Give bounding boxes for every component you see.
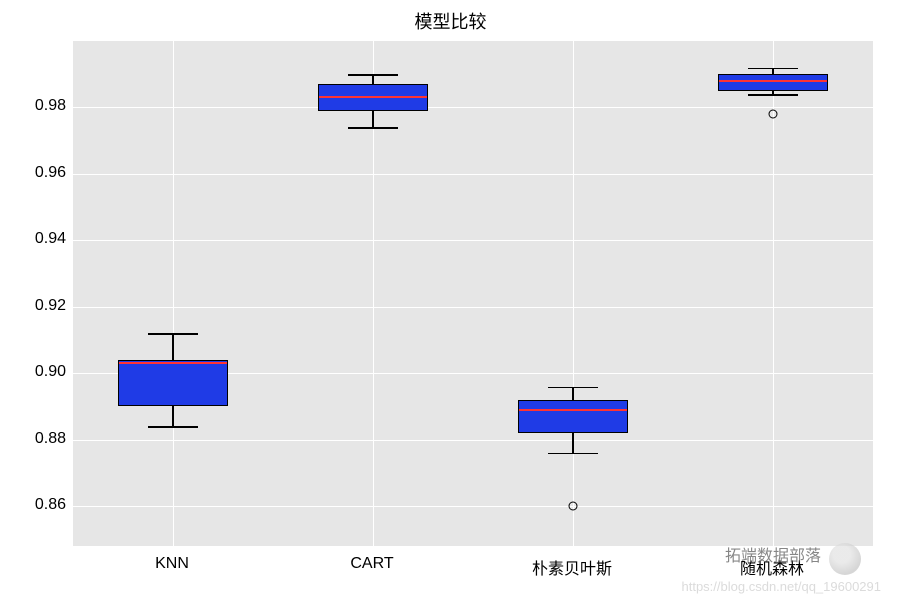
xtick-label: KNN	[155, 555, 189, 573]
gridline-h	[73, 506, 873, 507]
chart-title: 模型比较	[0, 8, 901, 34]
ytick-label: 0.98	[6, 97, 66, 115]
cap-lower	[548, 453, 598, 455]
gridline-h	[73, 240, 873, 241]
whisker-lower	[572, 433, 574, 453]
cap-upper	[548, 387, 598, 389]
watermark-brand: 拓端数据部落	[725, 542, 821, 566]
cap-upper	[148, 333, 198, 335]
xtick-label: 朴素贝叶斯	[532, 555, 612, 579]
whisker-lower	[172, 406, 174, 426]
ytick-label: 0.92	[6, 297, 66, 315]
median-line	[719, 80, 827, 82]
cap-upper	[748, 68, 798, 70]
gridline-h	[73, 174, 873, 175]
cap-lower	[748, 94, 798, 96]
xtick-label: CART	[350, 555, 393, 573]
whisker-lower	[372, 111, 374, 128]
cap-lower	[148, 426, 198, 428]
median-line	[119, 362, 227, 364]
ytick-label: 0.88	[6, 430, 66, 448]
cap-lower	[348, 127, 398, 129]
gridline-v	[173, 41, 174, 546]
box	[118, 360, 228, 407]
median-line	[319, 96, 427, 98]
whisker-upper	[172, 333, 174, 360]
outlier	[569, 502, 578, 511]
whisker-upper	[572, 387, 574, 400]
gridline-v	[573, 41, 574, 546]
gridline-h	[73, 307, 873, 308]
ytick-label: 0.96	[6, 164, 66, 182]
gridline-h	[73, 440, 873, 441]
ytick-label: 0.90	[6, 363, 66, 381]
box	[718, 74, 828, 91]
ytick-label: 0.86	[6, 496, 66, 514]
median-line	[519, 409, 627, 411]
cap-upper	[348, 74, 398, 76]
plot-area	[72, 40, 874, 547]
watermark-logo	[829, 543, 861, 575]
ytick-label: 0.94	[6, 230, 66, 248]
outlier	[769, 110, 778, 119]
gridline-h	[73, 107, 873, 108]
box	[518, 400, 628, 433]
watermark-url: https://blog.csdn.net/qq_19600291	[682, 579, 882, 594]
